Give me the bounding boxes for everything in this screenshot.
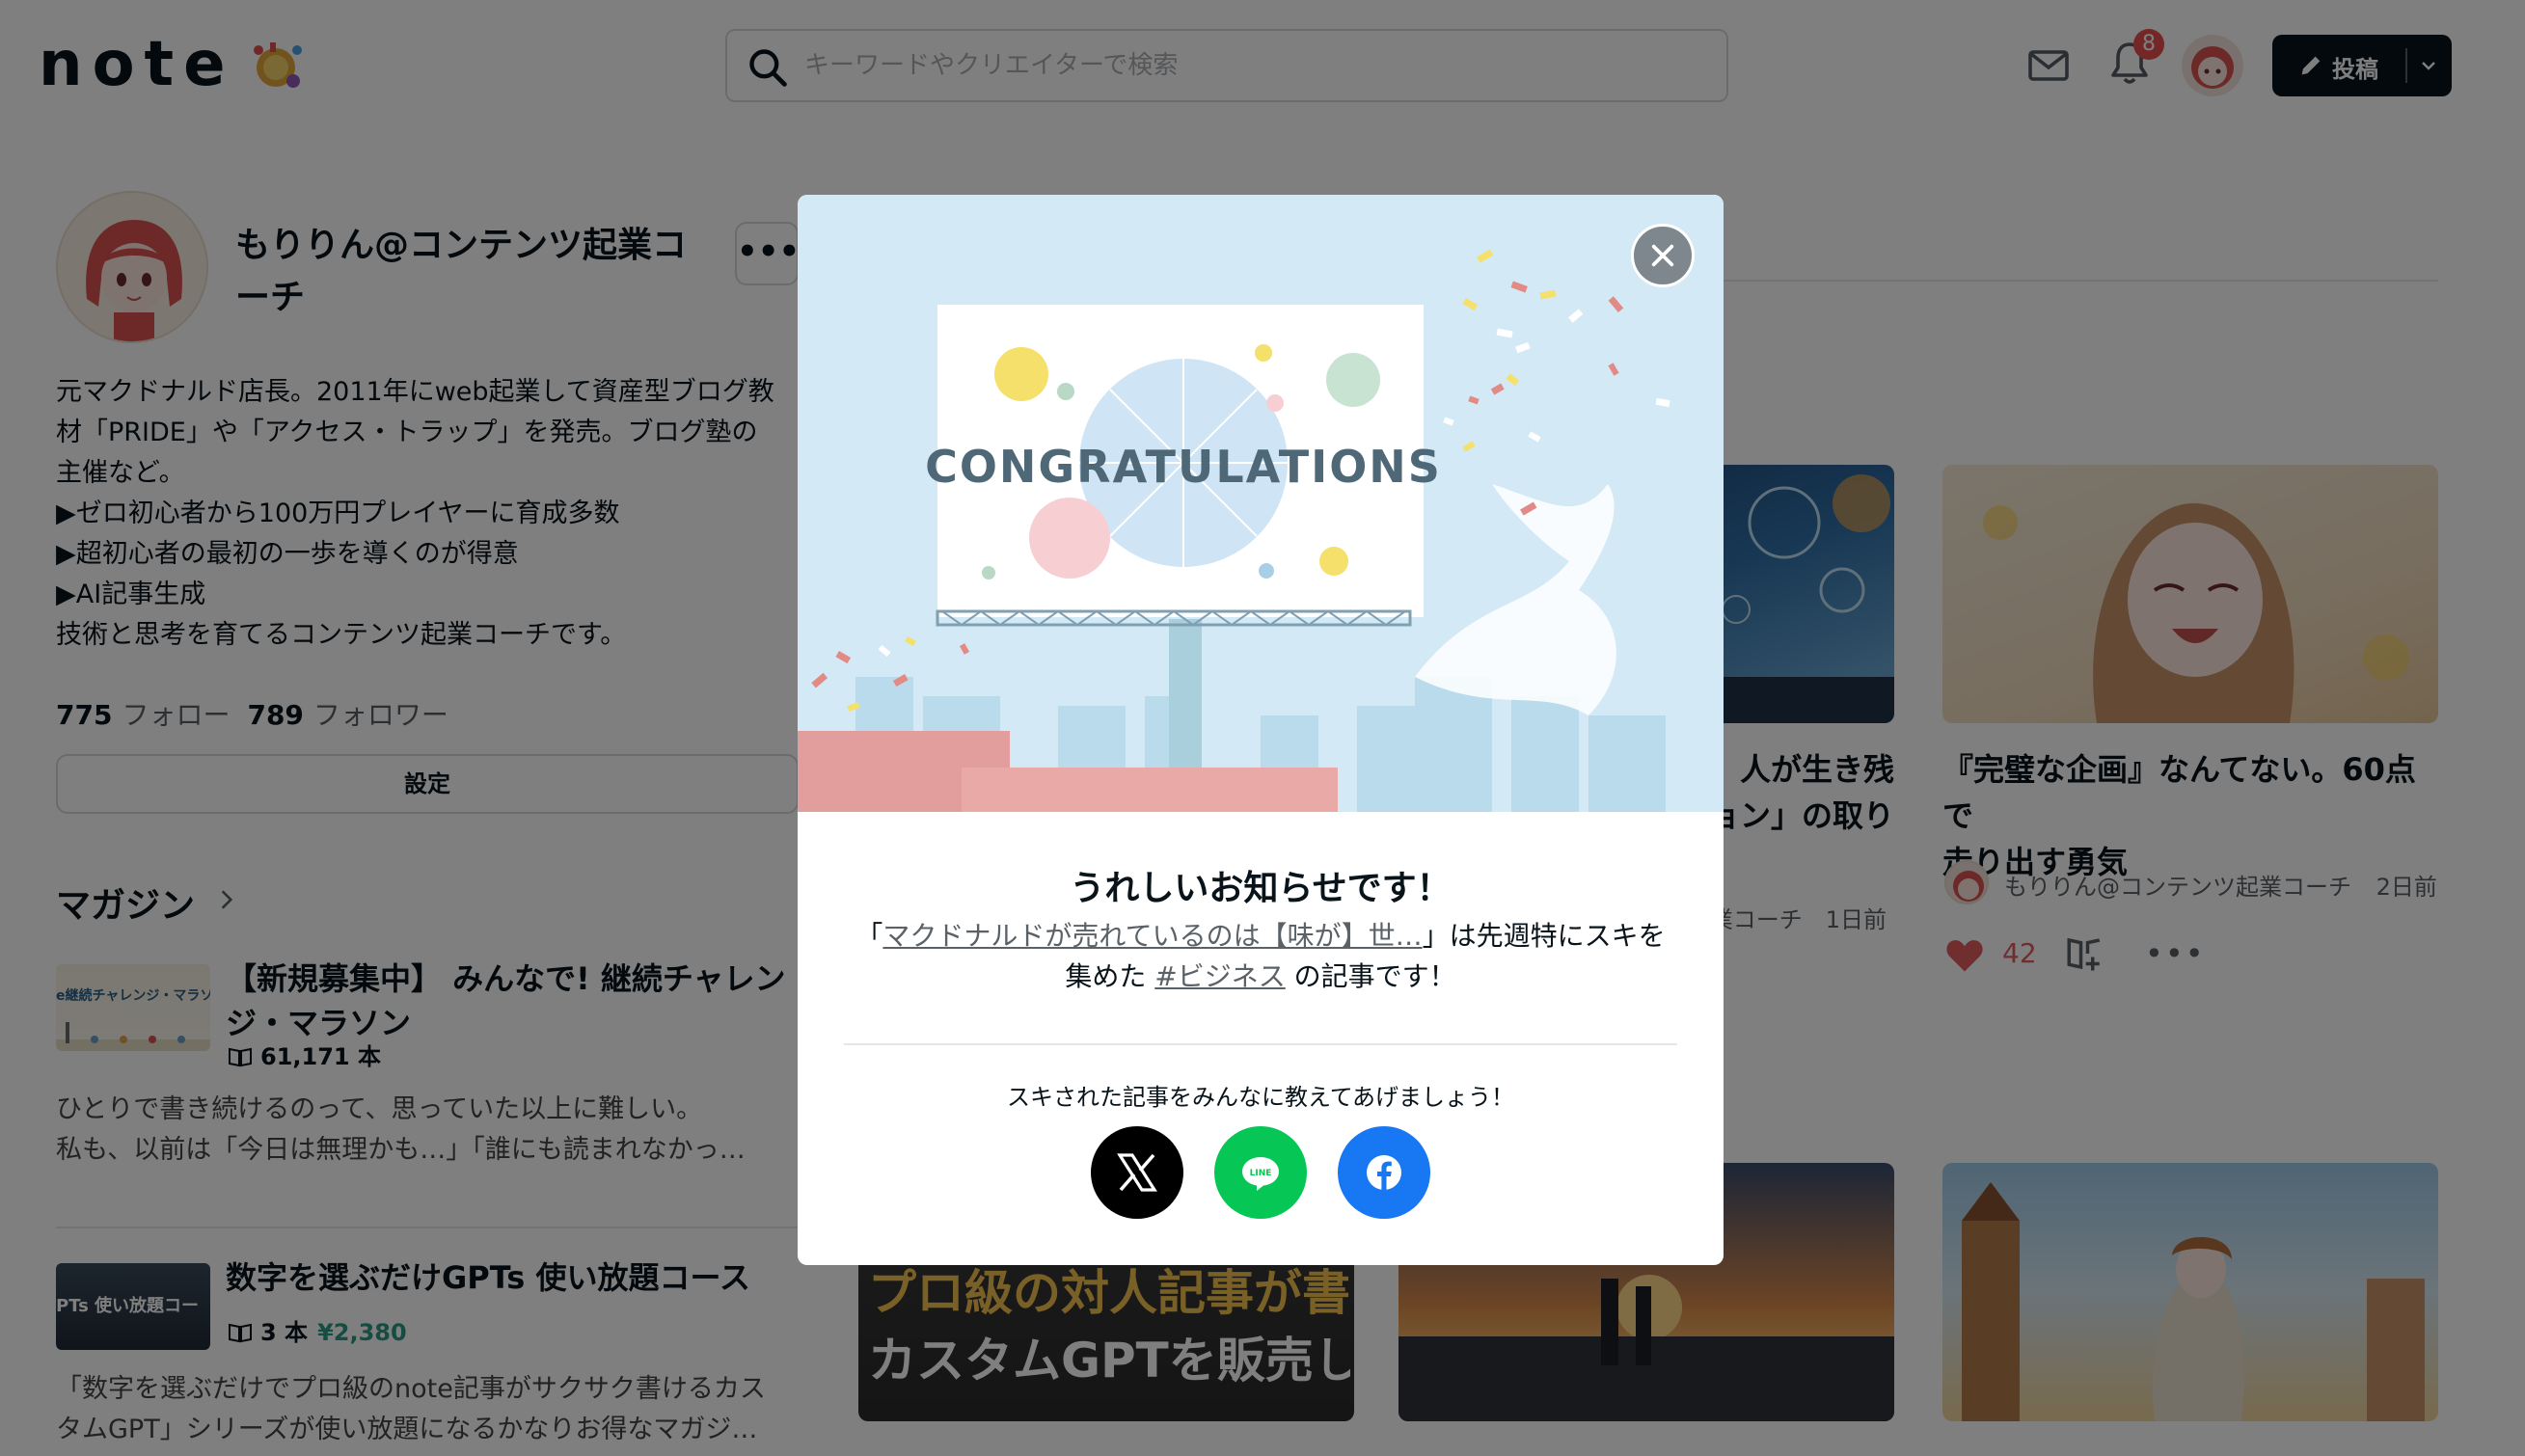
article-link[interactable]: マクドナルドが売れているのは【味が】世… bbox=[882, 920, 1422, 952]
share-prompt: スキされた記事をみんなに教えてあげましょう！ bbox=[1006, 1084, 1515, 1111]
close-icon bbox=[1651, 244, 1674, 267]
illustration-congratulations-text: CONGRATULATIONS bbox=[925, 441, 1442, 493]
congratulations-illustration: CONGRATULATIONS bbox=[798, 195, 1724, 812]
facebook-logo-icon bbox=[1367, 1155, 1401, 1190]
modal-heading: うれしいお知らせです！ bbox=[1070, 869, 1452, 908]
x-logo-icon bbox=[1117, 1153, 1157, 1192]
line-logo-text: LINE bbox=[1250, 1169, 1272, 1178]
message-prefix: 「 bbox=[855, 920, 883, 952]
hashtag-link[interactable]: #ビジネス bbox=[1154, 960, 1285, 992]
congratulations-modal: CONGRATULATIONS うれしいお知らせです！ 「マクドナルドが売れてい… bbox=[798, 195, 1724, 1265]
modal-message: 「マクドナルドが売れているのは【味が】世…」は先週特にスキを集めた #ビジネス … bbox=[855, 916, 1666, 997]
share-facebook-button[interactable] bbox=[1338, 1126, 1430, 1219]
share-line-button[interactable]: LINE bbox=[1214, 1126, 1307, 1219]
modal-divider bbox=[844, 1043, 1677, 1045]
close-button[interactable] bbox=[1631, 224, 1695, 287]
share-x-button[interactable] bbox=[1091, 1126, 1183, 1219]
message-suffix: の記事です！ bbox=[1293, 960, 1456, 992]
line-logo-icon: LINE bbox=[1242, 1157, 1279, 1191]
